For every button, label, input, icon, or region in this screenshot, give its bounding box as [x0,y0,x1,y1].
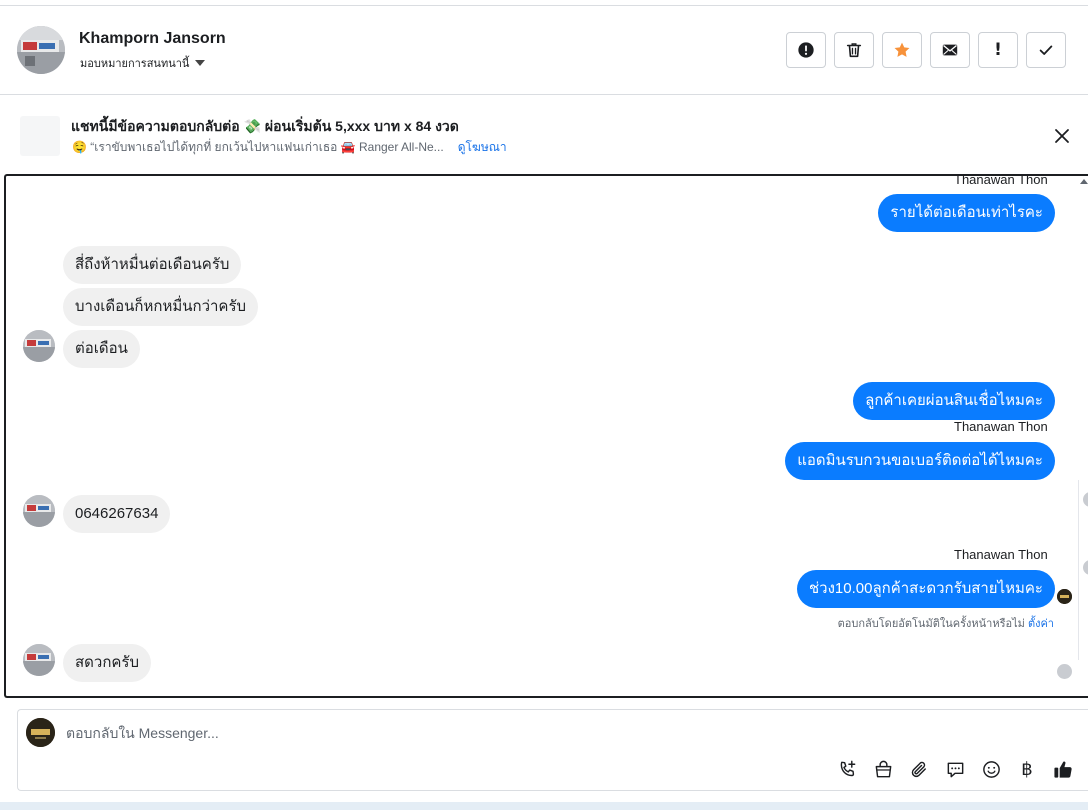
payment-button[interactable]: ฿ [1016,758,1038,780]
star-button[interactable] [882,32,922,68]
ad-context-banner: แชทนี้มีข้อความตอบกลับต่อ 💸 ผ่อนเริ่มต้น… [0,96,1088,174]
header-actions: ! [786,32,1066,68]
message-bubble-out[interactable]: รายได้ต่อเดือนเท่าไรคะ [878,194,1055,232]
side-panel-edge [1078,480,1088,660]
ad-subline: 🤤 “เราขับพาเธอไปได้ทุกที่ ยกเว้นไปหาแฟนเ… [72,138,507,157]
baht-icon: ฿ [1021,758,1033,780]
close-icon [1055,129,1069,143]
page-avatar-seen [1057,589,1072,604]
attach-button[interactable] [908,758,930,780]
side-avatar [1083,560,1088,575]
call-icon [840,760,855,776]
delete-button[interactable] [834,32,874,68]
message-bubble-in[interactable]: บางเดือนก็หกหมื่นกว่าครับ [63,288,259,326]
auto-reply-prompt: ตอบกลับโดยอัตโนมัติในครั้งหน้าหรือไม่ ตั… [838,614,1054,632]
contact-avatar-small [23,644,55,676]
message-bubble-in[interactable]: 0646267634 [63,495,171,533]
inbox-conversation-panel: Khamporn Jansorn มอบหมายการสนทนานี้ ! แช… [0,0,1088,810]
contact-avatar[interactable] [17,26,65,74]
contact-avatar-small [23,495,55,527]
message-bubble-in[interactable]: สี่ถึงห้าหมื่นต่อเดือนครับ [63,246,242,284]
reply-composer: ฿ [17,709,1088,791]
message-thread[interactable]: Thanawan Thon รายได้ต่อเดือนเท่าไรคะ สี่… [4,174,1088,698]
reply-input[interactable] [66,720,1046,746]
star-icon [894,42,910,57]
shopping-bag-icon [875,760,891,777]
sender-name: Thanawan Thon [954,419,1048,434]
conversation-header: Khamporn Jansorn มอบหมายการสนทนานี้ ! [0,6,1088,95]
exclamation-icon: ! [994,40,1002,60]
message-bubble-in[interactable]: สดวกครับ [63,644,152,682]
view-ad-link[interactable]: ดูโฆษณา [458,138,507,157]
saved-replies-button[interactable] [944,758,966,780]
message-bubble-in[interactable]: ต่อเดือน [63,330,140,368]
thumbs-up-icon [1053,761,1072,778]
sender-name: Thanawan Thon [954,174,1048,187]
trash-icon [846,43,862,58]
report-button[interactable] [786,32,826,68]
page-avatar [26,718,55,747]
assign-label: มอบหมายการสนทนานี้ [80,58,190,70]
mark-unread-button[interactable] [930,32,970,68]
auto-reply-settings-link[interactable]: ตั้งค่า [1028,618,1054,630]
contact-seen-avatar [1057,664,1072,679]
call-button[interactable] [836,758,858,780]
caret-down-icon [195,60,206,66]
shop-button[interactable] [872,758,894,780]
bottom-strip [0,802,1088,810]
contact-avatar-small [23,330,55,362]
sender-name: Thanawan Thon [954,547,1048,562]
assign-conversation-dropdown[interactable]: มอบหมายการสนทนานี้ [80,54,206,72]
like-button[interactable] [1052,758,1074,780]
emoji-icon [982,760,1000,778]
auto-reply-note: ตอบกลับโดยอัตโนมัติในครั้งหน้าหรือไม่ [837,618,1025,630]
emoji-button[interactable] [980,758,1002,780]
scroll-up-icon[interactable] [1080,179,1088,184]
check-icon [1039,45,1053,55]
paperclip-icon [911,761,926,777]
close-banner-button[interactable] [1050,124,1074,148]
message-bubble-out[interactable]: แอดมินรบกวนขอเบอร์ติดต่อได้ไหมคะ [785,442,1055,480]
saved-reply-icon [947,762,963,777]
mail-icon [942,44,958,56]
alert-circle-icon [798,42,814,58]
ad-thumbnail[interactable] [20,116,60,156]
side-avatar [1083,492,1088,507]
message-bubble-out[interactable]: ช่วง10.00ลูกค้าสะดวกรับสายไหมคะ [796,570,1055,608]
mark-done-button[interactable] [1026,32,1066,68]
ad-snippet: 🤤 “เราขับพาเธอไปได้ทุกที่ ยกเว้นไปหาแฟนเ… [72,140,444,154]
ad-title: แชทนี้มีข้อความตอบกลับต่อ 💸 ผ่อนเริ่มต้น… [71,118,459,134]
follow-up-button[interactable]: ! [978,32,1018,68]
message-bubble-out[interactable]: ลูกค้าเคยผ่อนสินเชื่อไหมคะ [853,382,1055,420]
contact-name[interactable]: Khamporn Jansorn [79,30,226,48]
